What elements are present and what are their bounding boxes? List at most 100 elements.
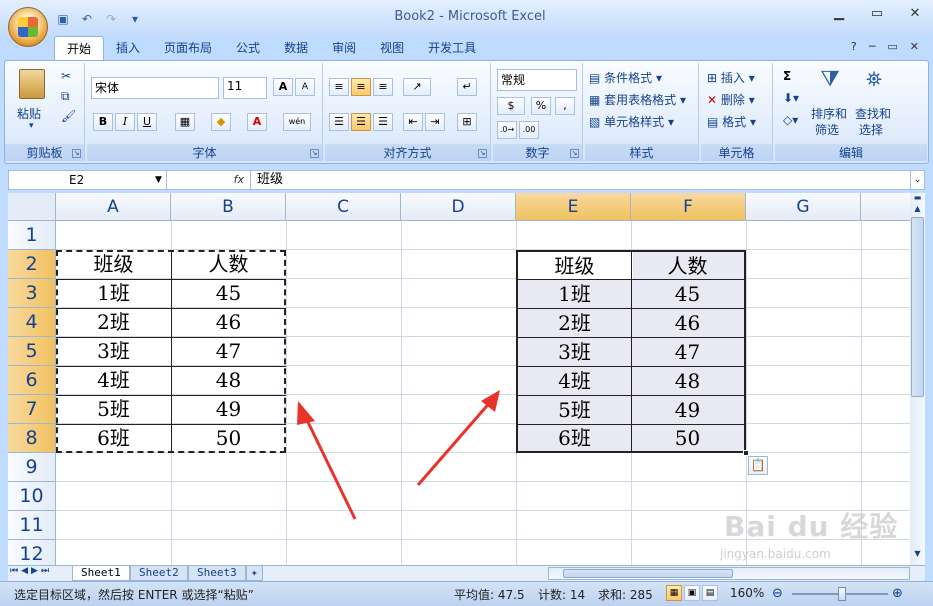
paste-icon[interactable] <box>19 69 45 99</box>
alignment-launcher-icon[interactable]: ↘ <box>478 149 487 158</box>
align-middle-icon[interactable]: ≡ <box>351 78 371 96</box>
underline-button[interactable]: U <box>137 113 157 131</box>
delete-cells-button[interactable]: ✕ 删除 ▾ <box>707 91 755 108</box>
clipboard-launcher-icon[interactable]: ↘ <box>72 149 81 158</box>
format-as-table-button[interactable]: ▦ 套用表格格式 ▾ <box>589 91 686 108</box>
percent-button[interactable]: % <box>531 97 551 115</box>
insert-sheet-icon[interactable]: ✦ <box>246 566 263 581</box>
page-break-view-icon[interactable]: ▤ <box>702 585 718 601</box>
delete-cells-label: 删除 <box>720 93 745 107</box>
merge-center-icon[interactable]: ⊞ <box>457 113 477 131</box>
font-launcher-icon[interactable]: ↘ <box>310 149 319 158</box>
office-button[interactable] <box>8 7 48 47</box>
autosum-button[interactable]: Σ <box>783 69 791 83</box>
shrink-font-button[interactable]: A <box>295 78 315 96</box>
horizontal-scrollbar[interactable] <box>548 567 910 580</box>
sheet-nav-icons[interactable]: ⏮◀▶⏭ <box>10 566 52 576</box>
sort-filter-label-2[interactable]: 筛选 <box>815 121 839 138</box>
sheet-tab-sheet1[interactable]: Sheet1 <box>72 566 130 581</box>
tab-insert[interactable]: 插入 <box>104 36 152 60</box>
font-size-select[interactable]: 11 <box>223 77 267 99</box>
maximize-icon[interactable]: ▭ <box>865 6 889 26</box>
zoom-out-icon[interactable]: ⊖ <box>772 586 783 601</box>
scroll-up-icon[interactable]: ▲ <box>911 204 924 216</box>
doc-minimize-icon[interactable]: ─ <box>869 40 876 53</box>
align-left-icon[interactable]: ☰ <box>329 113 349 131</box>
tab-review[interactable]: 审阅 <box>320 36 368 60</box>
name-box-dropdown-icon[interactable]: ▼ <box>155 171 162 189</box>
split-box-icon[interactable]: ▬ <box>911 193 924 203</box>
worksheet-grid[interactable]: A B C D E F G 1 2 3 4 5 6 7 8 9 10 11 12… <box>8 193 910 565</box>
grow-font-button[interactable]: A <box>273 78 293 96</box>
align-top-icon[interactable]: ≡ <box>329 78 349 96</box>
customize-qat-icon[interactable]: ▾ <box>126 10 144 28</box>
align-center-icon[interactable]: ☰ <box>351 113 371 131</box>
minimize-icon[interactable]: ▁ <box>827 6 851 26</box>
insert-cells-button[interactable]: ⊞ 插入 ▾ <box>707 69 755 86</box>
decrease-decimal-icon[interactable]: .00 <box>519 121 539 139</box>
tab-data[interactable]: 数据 <box>272 36 320 60</box>
sort-filter-label[interactable]: 排序和 <box>811 105 847 122</box>
name-box[interactable]: E2 <box>9 171 167 189</box>
tab-formulas[interactable]: 公式 <box>224 36 272 60</box>
tab-developer[interactable]: 开发工具 <box>416 36 488 60</box>
paste-button[interactable]: 粘贴 <box>17 105 41 122</box>
align-bottom-icon[interactable]: ≡ <box>373 78 393 96</box>
page-layout-view-icon[interactable]: ▣ <box>684 585 700 601</box>
font-color-icon[interactable]: A <box>247 113 267 131</box>
currency-icon[interactable]: $ <box>497 97 525 115</box>
sort-filter-icon[interactable]: ⧩ <box>817 67 843 95</box>
copy-icon[interactable]: ⧉ <box>61 89 70 104</box>
sheet-tab-sheet2[interactable]: Sheet2 <box>130 566 188 581</box>
increase-decimal-icon[interactable]: .0→ <box>497 121 517 139</box>
scroll-down-icon[interactable]: ▼ <box>911 549 924 563</box>
phonetic-button[interactable]: wén <box>283 113 311 131</box>
normal-view-icon[interactable]: ▦ <box>666 585 682 601</box>
format-painter-icon[interactable]: 🖌 <box>61 109 76 123</box>
cell-styles-button[interactable]: ▧ 单元格样式 ▾ <box>589 113 674 130</box>
increase-indent-icon[interactable]: ⇥ <box>425 113 445 131</box>
help-icon[interactable]: ? <box>851 40 857 53</box>
conditional-format-button[interactable]: ▤ 条件格式 ▾ <box>589 69 662 86</box>
zoom-slider-thumb[interactable] <box>838 587 846 601</box>
save-icon[interactable]: ▣ <box>54 10 72 28</box>
vertical-scrollbar[interactable]: ▬ ▲ ▼ <box>910 193 925 565</box>
binoculars-icon[interactable]: ⛯ <box>861 67 887 95</box>
bold-button[interactable]: B <box>93 113 113 131</box>
italic-button[interactable]: I <box>115 113 135 131</box>
sheet-tab-sheet3[interactable]: Sheet3 <box>188 566 246 581</box>
find-select-label[interactable]: 查找和 <box>855 105 891 122</box>
clear-icon[interactable]: ◇▾ <box>783 113 798 127</box>
find-select-label-2[interactable]: 选择 <box>859 121 883 138</box>
number-format-select[interactable]: 常规 <box>497 69 577 91</box>
zoom-in-icon[interactable]: ⊕ <box>892 586 903 601</box>
tab-page-layout[interactable]: 页面布局 <box>152 36 224 60</box>
horizontal-scroll-thumb[interactable] <box>563 569 733 578</box>
fill-color-icon[interactable]: ◆ <box>211 113 231 131</box>
fill-icon[interactable]: ⬇▾ <box>783 91 799 105</box>
insert-function-button[interactable]: fx <box>169 171 251 189</box>
doc-close-icon[interactable]: ✕ <box>910 40 919 53</box>
doc-restore-icon[interactable]: ▭ <box>887 40 897 53</box>
zoom-level[interactable]: 160% <box>730 586 764 600</box>
undo-icon[interactable]: ↶ <box>78 10 96 28</box>
orientation-icon[interactable]: ↗ <box>403 78 431 96</box>
decrease-indent-icon[interactable]: ⇤ <box>403 113 423 131</box>
cut-icon[interactable]: ✂ <box>61 69 71 83</box>
comma-button[interactable]: , <box>555 97 575 115</box>
number-launcher-icon[interactable]: ↘ <box>570 149 579 158</box>
expand-formula-icon[interactable]: ⌄ <box>910 171 924 189</box>
font-name-select[interactable]: 宋体 <box>91 77 219 99</box>
tab-home[interactable]: 开始 <box>54 36 105 60</box>
font-group-label: 字体 <box>87 144 322 161</box>
vertical-scroll-thumb[interactable] <box>911 217 924 397</box>
align-right-icon[interactable]: ☰ <box>373 113 393 131</box>
paste-dropdown-icon[interactable]: ▾ <box>29 121 34 131</box>
wrap-text-icon[interactable]: ↵ <box>457 78 477 96</box>
redo-icon[interactable]: ↷ <box>102 10 120 28</box>
border-icon[interactable]: ▦ <box>175 113 195 131</box>
close-icon[interactable]: ✕ <box>903 6 927 26</box>
tab-view[interactable]: 视图 <box>368 36 416 60</box>
formula-input[interactable]: 班级 <box>257 171 283 189</box>
format-cells-button[interactable]: ▤ 格式 ▾ <box>707 113 756 130</box>
